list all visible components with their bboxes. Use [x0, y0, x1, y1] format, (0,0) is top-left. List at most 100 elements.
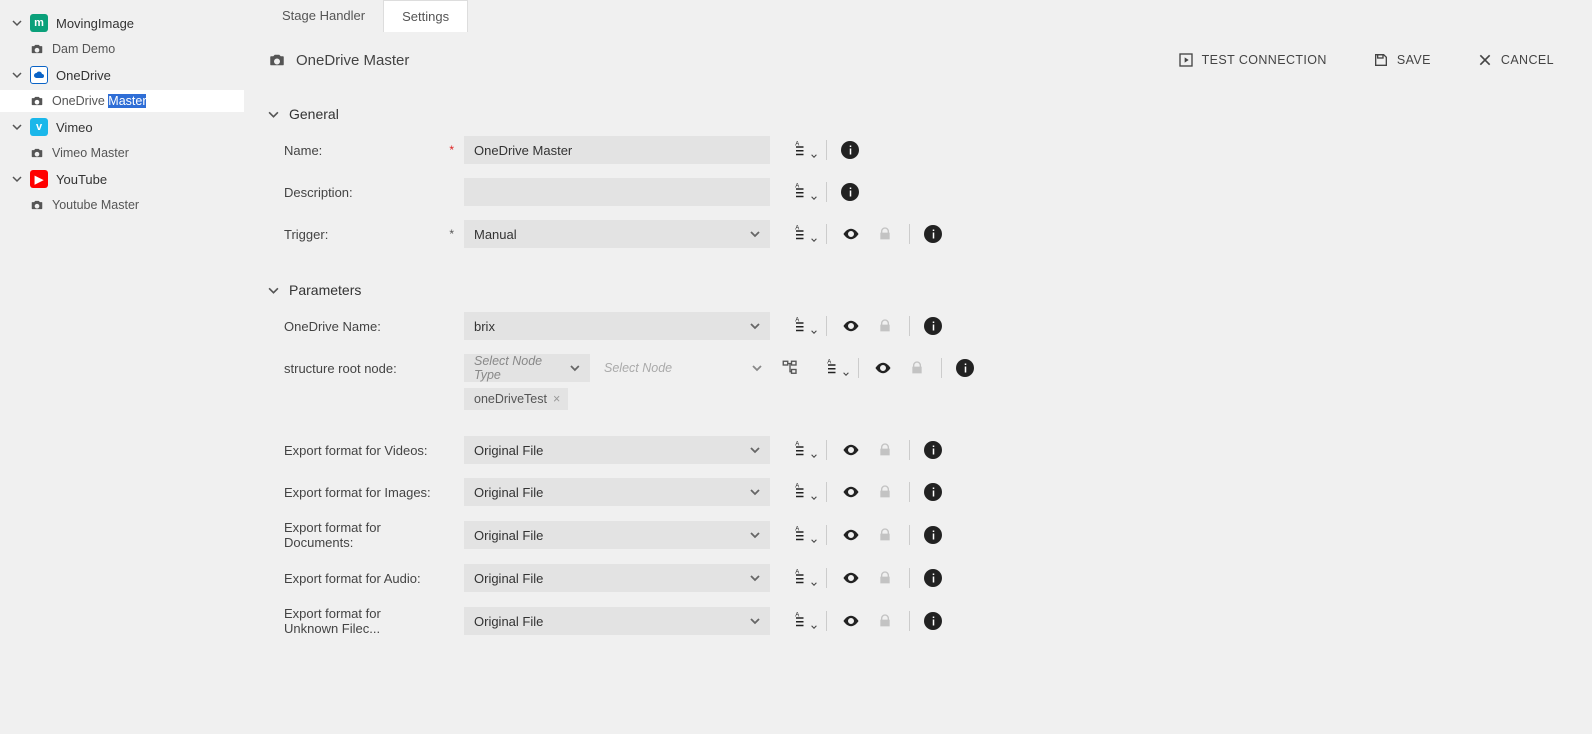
camera-icon [30, 146, 44, 160]
visibility-button[interactable] [841, 611, 861, 631]
sidebar-item-youtube-master[interactable]: Youtube Master [0, 194, 244, 216]
info-button[interactable] [841, 183, 859, 201]
lock-button[interactable] [875, 525, 895, 545]
chevron-down-icon [268, 285, 279, 296]
lock-button[interactable] [907, 358, 927, 378]
tab-stage-handler[interactable]: Stage Handler [264, 0, 383, 32]
label-fmt-docs: Export format for Documents: [268, 520, 438, 550]
language-button[interactable] [792, 224, 812, 244]
section-header-parameters[interactable]: Parameters [268, 282, 1568, 298]
tree-picker-button[interactable] [778, 354, 802, 382]
language-button[interactable] [792, 182, 812, 202]
visibility-button[interactable] [841, 482, 861, 502]
lock-button[interactable] [875, 611, 895, 631]
select-node-type[interactable]: Select Node Type [464, 354, 590, 382]
language-button[interactable] [792, 140, 812, 160]
visibility-button[interactable] [873, 358, 893, 378]
tree-group-vimeo[interactable]: v Vimeo [0, 112, 244, 142]
sidebar-item-label: Vimeo Master [52, 146, 129, 160]
language-button[interactable] [792, 482, 812, 502]
cancel-button[interactable]: CANCEL [1463, 46, 1568, 74]
info-button[interactable] [956, 359, 974, 377]
info-button[interactable] [924, 441, 942, 459]
input-description[interactable] [464, 178, 770, 206]
movingimage-icon: m [30, 14, 48, 32]
chevron-down-icon [12, 70, 22, 80]
input-name[interactable] [464, 136, 770, 164]
select-fmt-videos[interactable]: Original File [464, 436, 770, 464]
select-fmt-audio[interactable]: Original File [464, 564, 770, 592]
select-trigger[interactable]: Manual [464, 220, 770, 248]
select-fmt-unknown[interactable]: Original File [464, 607, 770, 635]
chevron-down-icon [750, 530, 760, 540]
sidebar-group-label: YouTube [56, 172, 107, 187]
chevron-down-icon [12, 18, 22, 28]
section-header-general[interactable]: General [268, 106, 1568, 122]
language-button[interactable] [792, 316, 812, 336]
language-button[interactable] [792, 525, 812, 545]
row-name: Name: * [268, 136, 1568, 164]
chip-onedrivetest[interactable]: oneDriveTest × [464, 388, 568, 410]
info-button[interactable] [924, 483, 942, 501]
language-button[interactable] [792, 568, 812, 588]
select-fmt-images[interactable]: Original File [464, 478, 770, 506]
label-description: Description: [268, 185, 438, 200]
inherited-marker: * [449, 227, 454, 241]
camera-icon [30, 42, 44, 56]
chevron-down-icon [570, 363, 580, 373]
row-onedrive-name: OneDrive Name: brix [268, 312, 1568, 340]
sidebar-group-label: OneDrive [56, 68, 111, 83]
language-button[interactable] [792, 611, 812, 631]
lock-button[interactable] [875, 316, 895, 336]
label-fmt-images: Export format for Images: [268, 485, 438, 500]
info-button[interactable] [841, 141, 859, 159]
visibility-button[interactable] [841, 440, 861, 460]
visibility-button[interactable] [841, 316, 861, 336]
row-fmt-unknown: Export format for Unknown Filec... Origi… [268, 606, 1568, 636]
lock-button[interactable] [875, 440, 895, 460]
info-button[interactable] [924, 526, 942, 544]
select-fmt-docs[interactable]: Original File [464, 521, 770, 549]
info-button[interactable] [924, 317, 942, 335]
label-onedrive-name: OneDrive Name: [268, 319, 438, 334]
test-connection-button[interactable]: TEST CONNECTION [1164, 46, 1341, 74]
close-icon [1477, 52, 1493, 68]
toolbar: OneDrive Master TEST CONNECTION SAVE CAN… [244, 32, 1592, 84]
label-fmt-unknown: Export format for Unknown Filec... [268, 606, 438, 636]
page-title: OneDrive Master [268, 51, 409, 69]
youtube-icon: ▶ [30, 170, 48, 188]
row-fmt-images: Export format for Images: Original File [268, 478, 1568, 506]
info-button[interactable] [924, 569, 942, 587]
chevron-down-icon [750, 487, 760, 497]
visibility-button[interactable] [841, 568, 861, 588]
camera-icon [30, 94, 44, 108]
label-root-node: structure root node: [268, 361, 438, 376]
row-description: Description: [268, 178, 1568, 206]
tree-group-onedrive[interactable]: OneDrive [0, 60, 244, 90]
select-node[interactable]: Select Node [596, 354, 770, 382]
save-button[interactable]: SAVE [1359, 46, 1445, 74]
tree-group-movingimage[interactable]: m MovingImage [0, 8, 244, 38]
sidebar-group-label: Vimeo [56, 120, 93, 135]
sidebar-item-onedrive-master[interactable]: OneDrive Master [0, 90, 244, 112]
chevron-down-icon [750, 445, 760, 455]
sidebar-item-dam-demo[interactable]: Dam Demo [0, 38, 244, 60]
remove-chip-button[interactable]: × [553, 392, 560, 406]
info-button[interactable] [924, 612, 942, 630]
tree-group-youtube[interactable]: ▶ YouTube [0, 164, 244, 194]
select-onedrive-name[interactable]: brix [464, 312, 770, 340]
tabs: Stage Handler Settings [244, 0, 1592, 32]
lock-button[interactable] [875, 224, 895, 244]
visibility-button[interactable] [841, 224, 861, 244]
language-button[interactable] [824, 358, 844, 378]
chevron-down-icon [750, 321, 760, 331]
visibility-button[interactable] [841, 525, 861, 545]
tab-settings[interactable]: Settings [383, 0, 468, 32]
sidebar-item-vimeo-master[interactable]: Vimeo Master [0, 142, 244, 164]
lock-button[interactable] [875, 568, 895, 588]
info-button[interactable] [924, 225, 942, 243]
language-button[interactable] [792, 440, 812, 460]
lock-button[interactable] [875, 482, 895, 502]
camera-icon [268, 51, 286, 69]
chevron-down-icon [750, 616, 760, 626]
